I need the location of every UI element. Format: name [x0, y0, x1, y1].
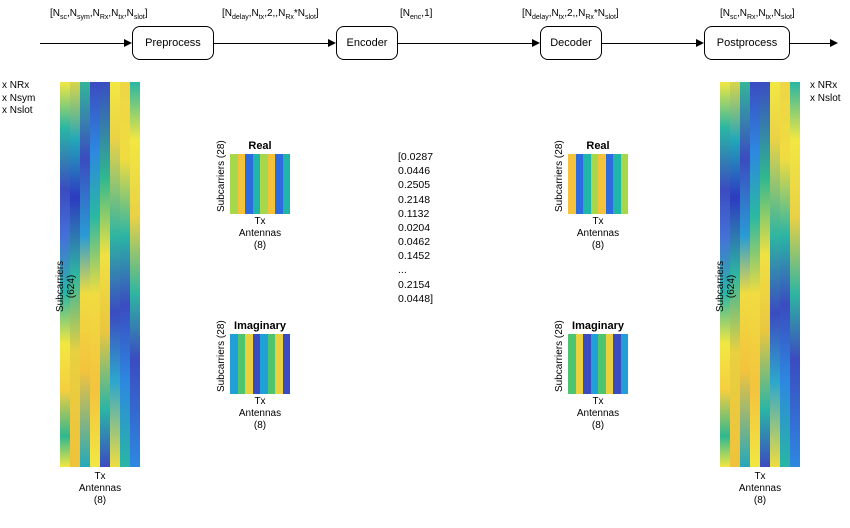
arrow-4	[602, 43, 698, 44]
arrow-5	[790, 43, 832, 44]
left-side-notes: x NRx x Nsym x Nslot	[2, 80, 35, 118]
dim-d5: [Nsc,NRx,Ntx,Nslot]	[720, 8, 795, 21]
arrow-1	[40, 43, 126, 44]
output-ylabel: Subcarriers(624)	[715, 261, 737, 312]
arrow-2	[214, 43, 330, 44]
stage-preprocess: Preprocess	[132, 26, 214, 60]
dim-d2: [Ndelay,Ntx,2,,NRx*Nslot]	[222, 8, 319, 21]
arrow-3	[398, 43, 534, 44]
dim-d4: [Ndelay,Ntx,2,,NRx*Nslot]	[522, 8, 619, 21]
pre-imag-heatmap: Imaginary Subcarriers (28) TxAntennas(8)	[210, 320, 310, 432]
left-note-nslot: x Nslot	[2, 105, 35, 118]
pre-real-heatmap: Real Subcarriers (28) TxAntennas(8)	[210, 140, 310, 252]
right-note-nslot: x Nslot	[810, 93, 841, 106]
input-ylabel: Subcarriers(624)	[55, 261, 77, 312]
dec-real-heatmap: Real Subcarriers (28) TxAntennas(8)	[548, 140, 648, 252]
dec-real-canvas	[568, 154, 628, 214]
pre-real-canvas	[230, 154, 290, 214]
left-note-nrx: x NRx	[2, 80, 35, 93]
stage-decoder: Decoder	[540, 26, 602, 60]
stage-postprocess: Postprocess	[704, 26, 790, 60]
right-note-nrx: x NRx	[810, 80, 841, 93]
input-heatmap: Subcarriers(624) TxAntennas(8)	[60, 82, 140, 507]
dim-d3: [Nenc,1]	[400, 8, 432, 21]
left-note-nsym: x Nsym	[2, 93, 35, 106]
dec-imag-heatmap: Imaginary Subcarriers (28) TxAntennas(8)	[548, 320, 648, 432]
right-side-notes: x NRx x Nslot	[810, 80, 841, 105]
dim-d1: [Nsc,Nsym,NRx,Ntx,Nslot]	[50, 8, 148, 21]
pipeline-flow: [Nsc,Nsym,NRx,Ntx,Nslot] [Ndelay,Ntx,2,,…	[0, 8, 850, 68]
pre-imag-canvas	[230, 334, 290, 394]
output-heatmap: Subcarriers(624) TxAntennas(8)	[720, 82, 800, 507]
output-xlabel: TxAntennas(8)	[720, 471, 800, 507]
input-xlabel: TxAntennas(8)	[60, 471, 140, 507]
stage-encoder: Encoder	[336, 26, 398, 60]
encoder-vector: [0.0287 0.0446 0.2505 0.2148 0.1132 0.02…	[398, 150, 433, 306]
dec-imag-canvas	[568, 334, 628, 394]
